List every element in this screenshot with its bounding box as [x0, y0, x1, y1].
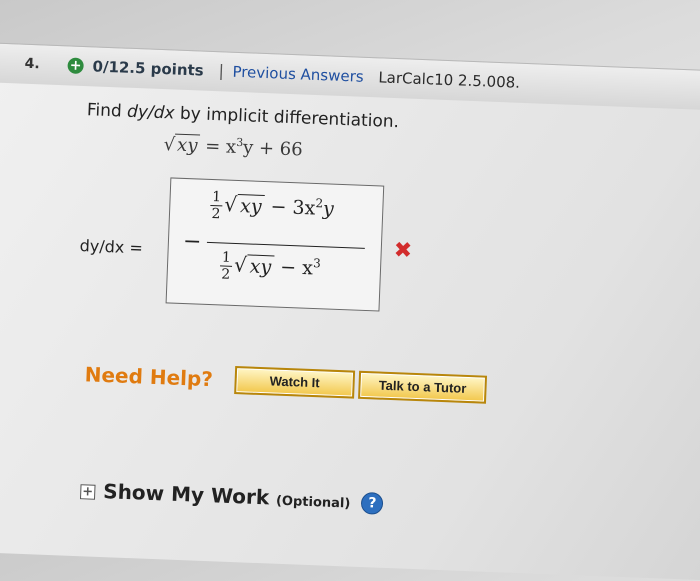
optional-label: (Optional) [275, 493, 351, 512]
watch-it-button[interactable]: Watch It [234, 366, 356, 399]
question-page: 4. + 0/12.5 points | Previous Answers La… [0, 28, 700, 581]
problem-source: LarCalc10 2.5.008. [378, 68, 521, 92]
answer-denominator: 1 2 √ xy − x3 [219, 249, 322, 285]
denominator-half: 12 [219, 249, 233, 283]
points-score: 0/12.5 points [92, 57, 204, 80]
question-prefix: Find [86, 100, 128, 122]
fraction-bar [206, 241, 365, 249]
half-num: 1 [221, 249, 232, 266]
show-my-work-label: Show My Work [102, 479, 270, 510]
answer-numerator: 1 2 √ xy − 3x 2 y [210, 189, 335, 226]
incorrect-icon: ✖ [393, 238, 413, 264]
show-my-work-toggle[interactable]: + Show My Work (Optional) ? [79, 478, 384, 515]
denominator-radicand: xy [246, 253, 275, 278]
numerator-tail: y [322, 197, 335, 221]
expand-icon[interactable]: + [67, 57, 84, 74]
half-num: 1 [211, 189, 222, 206]
question-dydx: dy/dx [126, 101, 175, 124]
half-den: 2 [220, 266, 231, 283]
sqrt-icon: √ [223, 192, 238, 217]
half-den: 2 [211, 206, 221, 223]
sqrt-icon: √ [233, 252, 248, 277]
denominator-term: − x [273, 255, 314, 280]
given-equation: √xy = x3y + 66 [163, 133, 303, 160]
equation-equals: = x [199, 135, 237, 158]
previous-answers-link[interactable]: Previous Answers [232, 63, 364, 86]
answer-field[interactable]: − 1 2 √ xy − 3x2y 1 2 √ xy − x3 [165, 177, 385, 312]
equation-rest: y + 66 [242, 137, 304, 161]
question-body: Find dy/dx by implicit differentiation. … [0, 81, 700, 581]
header-separator: | [218, 61, 225, 81]
need-help-label: Need Help? [84, 362, 214, 392]
talk-to-tutor-button[interactable]: Talk to a Tutor [358, 370, 488, 404]
answer-minus: − [182, 228, 202, 255]
answer-label: dy/dx = [79, 235, 144, 258]
numerator-term: − 3x [264, 195, 316, 220]
denominator-exp: 3 [312, 256, 322, 271]
numerator-half: 12 [210, 189, 223, 223]
expand-icon[interactable]: + [79, 484, 96, 500]
equation-radicand: xy [174, 133, 200, 157]
help-icon[interactable]: ? [360, 491, 384, 515]
question-number: 4. [24, 55, 41, 73]
question-text: Find dy/dx by implicit differentiation. [87, 100, 400, 132]
numerator-radicand: xy [236, 193, 266, 218]
question-suffix: by implicit differentiation. [174, 103, 400, 133]
